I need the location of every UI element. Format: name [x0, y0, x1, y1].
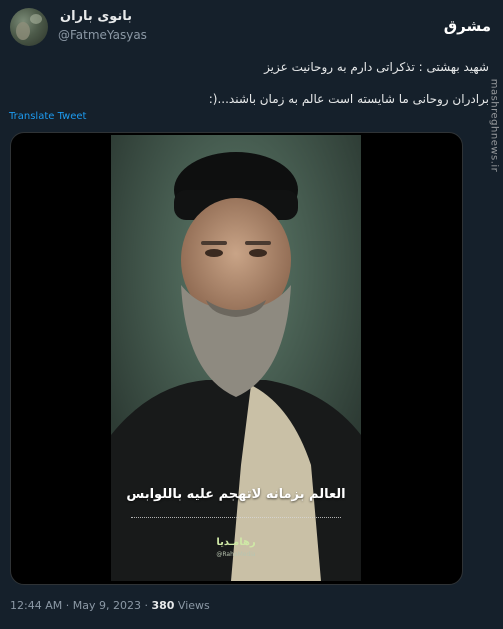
- portrait-image: [111, 135, 361, 581]
- translate-tweet-link[interactable]: Translate Tweet: [9, 111, 86, 122]
- video-caption: العالم بزمانه لاتهجم علیه باللوابس: [126, 487, 346, 502]
- tweet-text-line: برادران روحانی ما شایسته است عالم به زما…: [208, 92, 489, 106]
- tweet-meta: 12:44 AM · May 9, 2023 · 380 Views: [10, 599, 210, 612]
- tweet-text-line: شهید بهشتی : تذکراتی دارم به روحانیت عزی…: [264, 60, 489, 74]
- avatar-detail: [16, 22, 30, 40]
- mashregh-logo-icon: مشرق: [443, 17, 491, 35]
- meta-separator: ·: [65, 599, 70, 612]
- raha-media-logo-icon: رهامـدیا: [216, 537, 256, 548]
- brand-handle: @RahaMedia: [216, 551, 256, 558]
- views-label: Views: [177, 599, 210, 612]
- meta-separator: ·: [144, 599, 148, 612]
- tweet-time[interactable]: 12:44 AM: [10, 599, 62, 612]
- tweet-date[interactable]: May 9, 2023: [73, 599, 141, 612]
- caption-divider: [131, 517, 341, 518]
- avatar[interactable]: [10, 8, 48, 46]
- video-player[interactable]: العالم بزمانه لاتهجم علیه باللوابس رهامـ…: [111, 135, 361, 581]
- author-handle[interactable]: @FatmeYasyas: [58, 28, 147, 42]
- author-display-name[interactable]: بانوی باران: [60, 9, 132, 24]
- media-card[interactable]: العالم بزمانه لاتهجم علیه باللوابس رهامـ…: [10, 132, 463, 585]
- watermark-site: mashreghnews.ir: [488, 78, 500, 173]
- avatar-detail: [30, 14, 42, 24]
- views-count: 380: [151, 599, 175, 612]
